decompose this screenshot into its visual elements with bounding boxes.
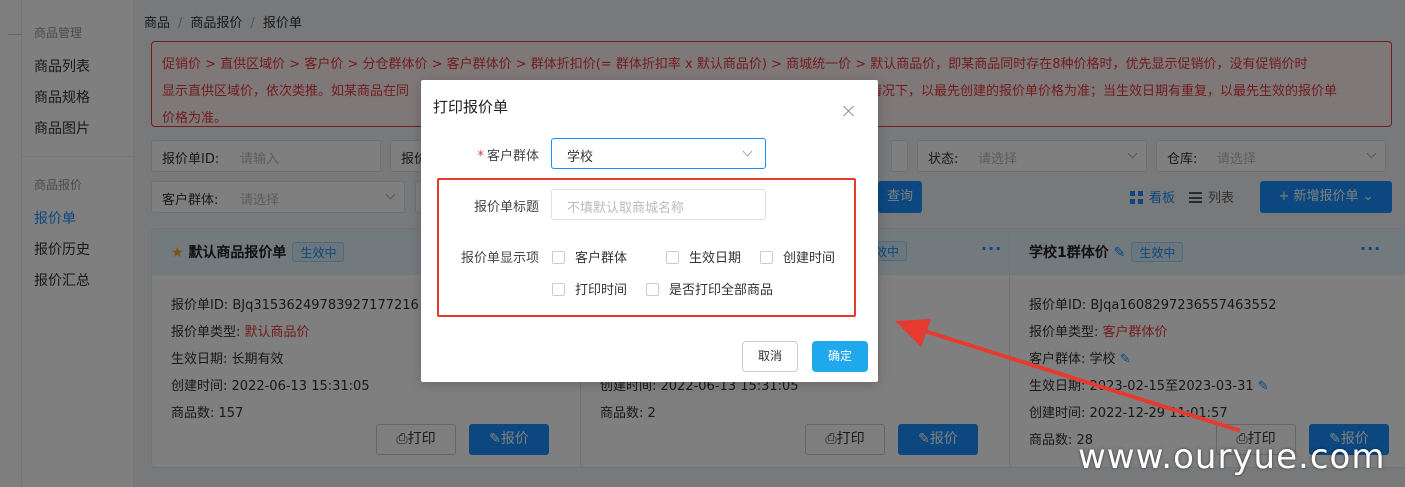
annotation-arrow [895, 319, 1240, 432]
watermark: www.ouryue.com [1078, 437, 1386, 477]
page: 商品管理 商品列表 商品规格 商品图片 商品报价 报价单 报价历史 报价汇总 商… [0, 0, 1405, 487]
